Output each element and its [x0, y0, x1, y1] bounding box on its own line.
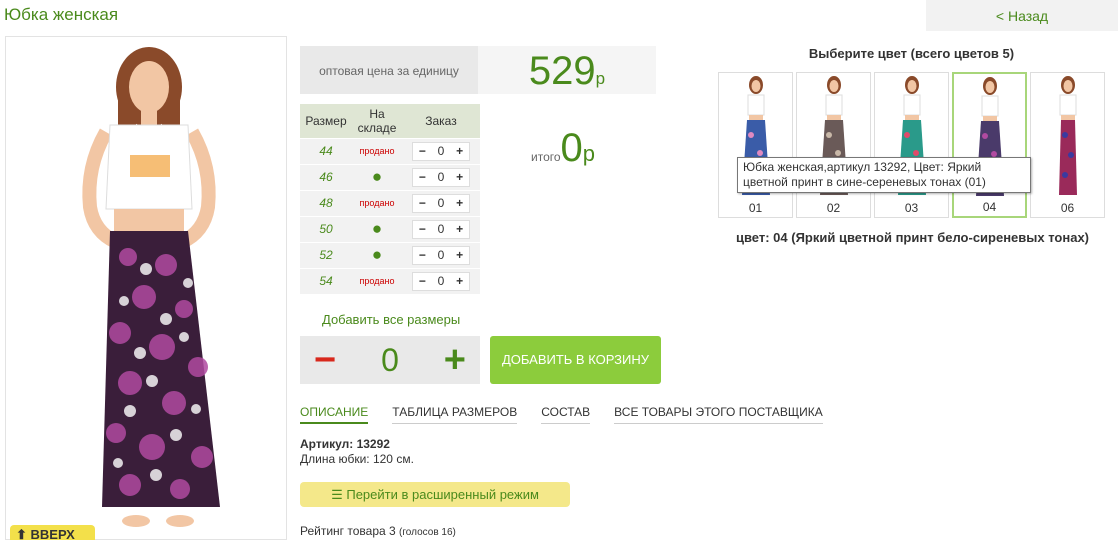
back-link[interactable]: < Назад: [926, 0, 1118, 31]
increase-button[interactable]: +: [450, 196, 469, 210]
price-label: оптовая цена за единицу: [300, 46, 478, 94]
total-value: 0: [560, 126, 583, 170]
tab-composition[interactable]: СОСТАВ: [541, 405, 591, 424]
total-currency: р: [582, 141, 596, 166]
color-swatches: 01 02 03 04 06: [718, 72, 1105, 218]
tab-size-chart[interactable]: ТАБЛИЦА РАЗМЕРОВ: [392, 405, 518, 424]
stock-cell: ●: [352, 215, 402, 242]
price-value: 529р: [478, 46, 656, 94]
increase-button[interactable]: +: [450, 170, 469, 184]
table-row: 50 ● −0 +: [300, 215, 480, 242]
price-currency: р: [595, 69, 606, 88]
tab-description[interactable]: ОПИСАНИЕ: [300, 405, 369, 424]
color-swatch-03[interactable]: 03: [874, 72, 949, 218]
order-total: итого0р: [531, 126, 595, 171]
quantity-stepper[interactable]: −0 +: [412, 245, 470, 265]
rating-votes: (голосов 16): [399, 527, 456, 538]
increase-button[interactable]: +: [450, 144, 469, 158]
quantity-stepper[interactable]: −0 +: [412, 167, 470, 187]
color-swatch-01[interactable]: 01: [718, 72, 793, 218]
size-cell: 50: [300, 215, 352, 242]
tab-supplier-products[interactable]: ВСЕ ТОВАРЫ ЭТОГО ПОСТАВЩИКА: [614, 405, 823, 424]
stock-header: На складе: [352, 104, 402, 138]
increase-button[interactable]: +: [450, 274, 469, 288]
big-increase-button[interactable]: +: [444, 338, 466, 382]
decrease-button[interactable]: −: [413, 196, 432, 210]
table-row: 46 ● −0 +: [300, 163, 480, 190]
stock-cell: продано: [352, 137, 402, 164]
stock-cell: продано: [352, 189, 402, 216]
quantity-value[interactable]: 0: [432, 170, 451, 184]
stock-cell: ●: [352, 163, 402, 190]
decrease-button[interactable]: −: [413, 274, 432, 288]
total-label: итого: [531, 150, 561, 164]
expanded-mode-button[interactable]: ☰ Перейти в расширенный режим: [300, 482, 570, 507]
quantity-stepper[interactable]: −0 +: [412, 271, 470, 291]
rating-text: Рейтинг товара 3: [300, 524, 396, 538]
product-photo[interactable]: [5, 36, 287, 540]
quantity-value[interactable]: 0: [432, 248, 451, 262]
size-cell: 52: [300, 241, 352, 268]
table-row: 48 продано −0 +: [300, 189, 480, 216]
decrease-button[interactable]: −: [413, 170, 432, 184]
table-row: 54 продано −0 +: [300, 267, 480, 294]
swatch-label: 02: [826, 201, 841, 215]
big-quantity-value[interactable]: 0: [381, 342, 399, 379]
article-number: Артикул: 13292: [300, 437, 390, 451]
model-thumbnail: [1058, 76, 1077, 195]
skirt-length: Длина юбки: 120 см.: [300, 452, 414, 466]
color-picker-title: Выберите цвет (всего цветов 5): [808, 46, 1015, 61]
decrease-button[interactable]: −: [413, 248, 432, 262]
product-tabs: ОПИСАНИЕ ТАБЛИЦА РАЗМЕРОВ СОСТАВ ВСЕ ТОВ…: [300, 405, 823, 424]
color-swatch-04[interactable]: 04: [952, 72, 1027, 218]
price-box: оптовая цена за единицу 529р: [300, 46, 656, 94]
quantity-control: − 0 +: [300, 336, 480, 384]
quantity-value[interactable]: 0: [432, 222, 451, 236]
increase-button[interactable]: +: [450, 222, 469, 236]
quantity-value[interactable]: 0: [432, 196, 451, 210]
size-cell: 54: [300, 267, 352, 294]
swatch-label: 03: [904, 201, 919, 215]
size-cell: 48: [300, 189, 352, 216]
page-title: Юбка женская: [4, 5, 119, 24]
color-swatch-06[interactable]: 06: [1030, 72, 1105, 218]
price-number: 529: [528, 49, 596, 93]
big-decrease-button[interactable]: −: [314, 338, 336, 382]
order-header: Заказ: [402, 104, 480, 138]
table-row: 52 ● −0 +: [300, 241, 480, 268]
decrease-button[interactable]: −: [413, 222, 432, 236]
add-to-cart-button[interactable]: ДОБАВИТЬ В КОРЗИНУ: [490, 336, 661, 384]
swatch-label: 06: [1060, 201, 1075, 215]
size-header: Размер: [300, 104, 352, 138]
quantity-stepper[interactable]: −0 +: [412, 219, 470, 239]
size-cell: 46: [300, 163, 352, 190]
swatch-label: 04: [982, 200, 997, 214]
product-rating: Рейтинг товара 3 (голосов 16): [300, 524, 456, 538]
stock-cell: продано: [352, 267, 402, 294]
color-tooltip: Юбка женская,артикул 13292, Цвет: Яркий …: [737, 157, 1031, 193]
quantity-stepper[interactable]: −0 +: [412, 193, 470, 213]
stock-cell: ●: [352, 241, 402, 268]
scroll-up-button[interactable]: ⬆ ВВЕРХ: [10, 525, 95, 540]
table-row: 44 продано −0 +: [300, 137, 480, 164]
selected-color-text: цвет: 04 (Яркий цветной принт бело-сирен…: [735, 230, 1090, 245]
swatch-label: 01: [748, 201, 763, 215]
add-all-sizes-link[interactable]: Добавить все размеры: [322, 312, 460, 327]
quantity-stepper[interactable]: −0 +: [412, 141, 470, 161]
quantity-value[interactable]: 0: [432, 144, 451, 158]
decrease-button[interactable]: −: [413, 144, 432, 158]
product-description: Артикул: 13292 Длина юбки: 120 см.: [300, 437, 414, 467]
color-swatch-02[interactable]: 02: [796, 72, 871, 218]
quantity-value[interactable]: 0: [432, 274, 451, 288]
increase-button[interactable]: +: [450, 248, 469, 262]
size-cell: 44: [300, 137, 352, 164]
size-table: Размер На складе Заказ 44 продано −0 + 46…: [300, 104, 480, 294]
